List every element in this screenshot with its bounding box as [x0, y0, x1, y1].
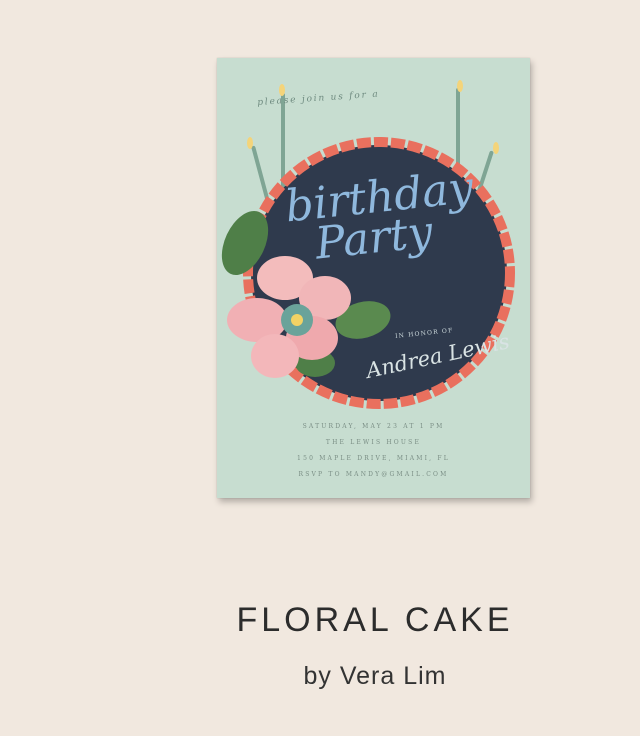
invitation-card-image[interactable]: please join us for a birthday Party IN H… — [217, 58, 530, 498]
event-venue: THE LEWIS HOUSE — [325, 439, 422, 446]
designer-byline-link[interactable]: by Vera Lim — [0, 662, 640, 691]
event-date: SATURDAY, MAY 23 AT 1 PM — [302, 423, 445, 430]
event-address: 150 MAPLE DRIVE, MIAMI, FL — [297, 455, 450, 462]
product-title-link[interactable]: FLORAL CAKE — [0, 601, 640, 640]
cake-illustration — [221, 80, 515, 409]
event-rsvp: RSVP TO MANDY@GMAIL.COM — [298, 471, 449, 478]
